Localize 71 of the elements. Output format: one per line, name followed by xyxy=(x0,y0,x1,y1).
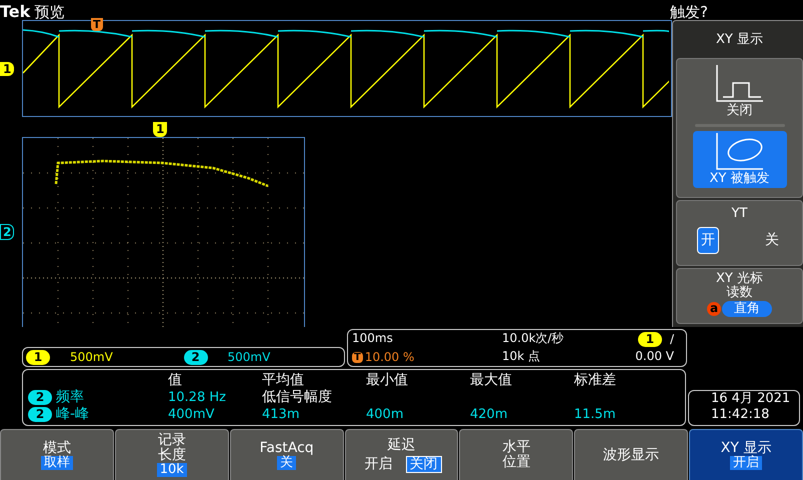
column-header: 最小值 xyxy=(366,372,409,389)
measurement-name: 频率 xyxy=(56,389,84,406)
button-value: 关 xyxy=(277,456,296,470)
button-label: 波形显示 xyxy=(603,448,660,462)
trigger-marker: T xyxy=(91,18,103,31)
knob-badge: a xyxy=(707,302,721,316)
channel-badge: 2 xyxy=(28,390,52,405)
measurement-value: 420m xyxy=(470,406,508,423)
measurement-value: 10.28 Hz xyxy=(168,389,227,406)
button-value: 取样 xyxy=(40,456,73,470)
button-label: 延迟 xyxy=(388,438,416,452)
option-button[interactable]: 关闭 xyxy=(692,63,786,120)
channel-scale: 500mV xyxy=(70,349,114,366)
trigger-source-badge: 1 xyxy=(638,332,662,346)
toggle-option[interactable]: 关闭 xyxy=(406,456,442,472)
option-button[interactable]: XY 被触发 xyxy=(692,131,786,188)
menu-button[interactable]: 水平 位置 xyxy=(459,429,574,480)
measurement-value: 400m xyxy=(366,406,404,423)
trigger-badge: T xyxy=(352,352,363,362)
group-label: YT xyxy=(732,205,748,223)
option-value: 直角 xyxy=(722,301,772,317)
menu-title: XY 显示 xyxy=(715,31,764,50)
toggle-option[interactable]: 开启 xyxy=(362,456,396,472)
measurement-value: 413m xyxy=(262,406,300,423)
sample-rate: 10.0k次/秒 xyxy=(502,330,565,347)
button-label: XY 显示 xyxy=(720,440,772,456)
channel-badge: 2 xyxy=(184,350,208,364)
button-value: 10k xyxy=(156,463,187,477)
button-label: FastAcq xyxy=(260,440,314,456)
menu-button[interactable]: 模式 取样 xyxy=(0,429,114,480)
ellipse-icon xyxy=(714,131,764,171)
trigger-level: 0.00 V xyxy=(634,348,675,365)
time-scale: 100ms xyxy=(352,330,394,347)
button-label: 长度 xyxy=(158,448,186,463)
button-label: 模式 xyxy=(42,440,71,456)
column-header: 标准差 xyxy=(574,372,617,389)
menu-button[interactable]: FastAcq 关 xyxy=(230,429,344,480)
menu-button[interactable]: XY 显示 开启 xyxy=(689,429,803,480)
date: 16 4月 2021 xyxy=(711,391,792,407)
menu-button[interactable]: 延迟 开启 关闭 xyxy=(344,429,458,480)
button-label: 水平 xyxy=(502,440,530,455)
menu-button[interactable]: 记录 长度 10k xyxy=(114,429,229,480)
channel-badge: 2 xyxy=(28,407,52,422)
trigger-status: 触发? xyxy=(670,5,708,20)
trigger-slope: / xyxy=(670,330,674,348)
time: 11:42:18 xyxy=(711,407,770,423)
brand-logo: Tek xyxy=(0,4,30,20)
measurement-value: 400mV xyxy=(168,406,216,423)
measurement-name: 峰-峰 xyxy=(56,406,90,423)
toggle-option[interactable]: 开 xyxy=(697,226,719,254)
group-label: 读数 xyxy=(726,286,752,300)
column-header: 值 xyxy=(168,372,183,389)
acquisition-mode: 预览 xyxy=(34,5,64,20)
trigger-position: 10.00 % xyxy=(364,348,414,366)
button-label: 位置 xyxy=(502,455,530,470)
column-header: 平均值 xyxy=(262,372,305,389)
button-value: 开启 xyxy=(730,456,762,470)
group-label: XY 光标 xyxy=(716,272,763,286)
measurement-note: 低信号幅度 xyxy=(262,389,333,406)
menu-button[interactable]: 波形显示 xyxy=(574,429,688,480)
column-header: 最大值 xyxy=(470,372,513,389)
toggle-option[interactable]: 关 xyxy=(762,226,782,254)
square-wave-icon xyxy=(714,63,764,103)
channel-marker: 1 xyxy=(153,122,168,137)
button-label: 记录 xyxy=(158,433,186,448)
channel-badge: 1 xyxy=(26,350,50,364)
measurement-value: 11.5m xyxy=(574,406,617,423)
record-length: 10k 点 xyxy=(502,348,542,365)
channel-marker: 2 xyxy=(0,224,14,240)
channel-marker: 1 xyxy=(0,62,14,76)
channel-scale: 500mV xyxy=(228,349,272,366)
